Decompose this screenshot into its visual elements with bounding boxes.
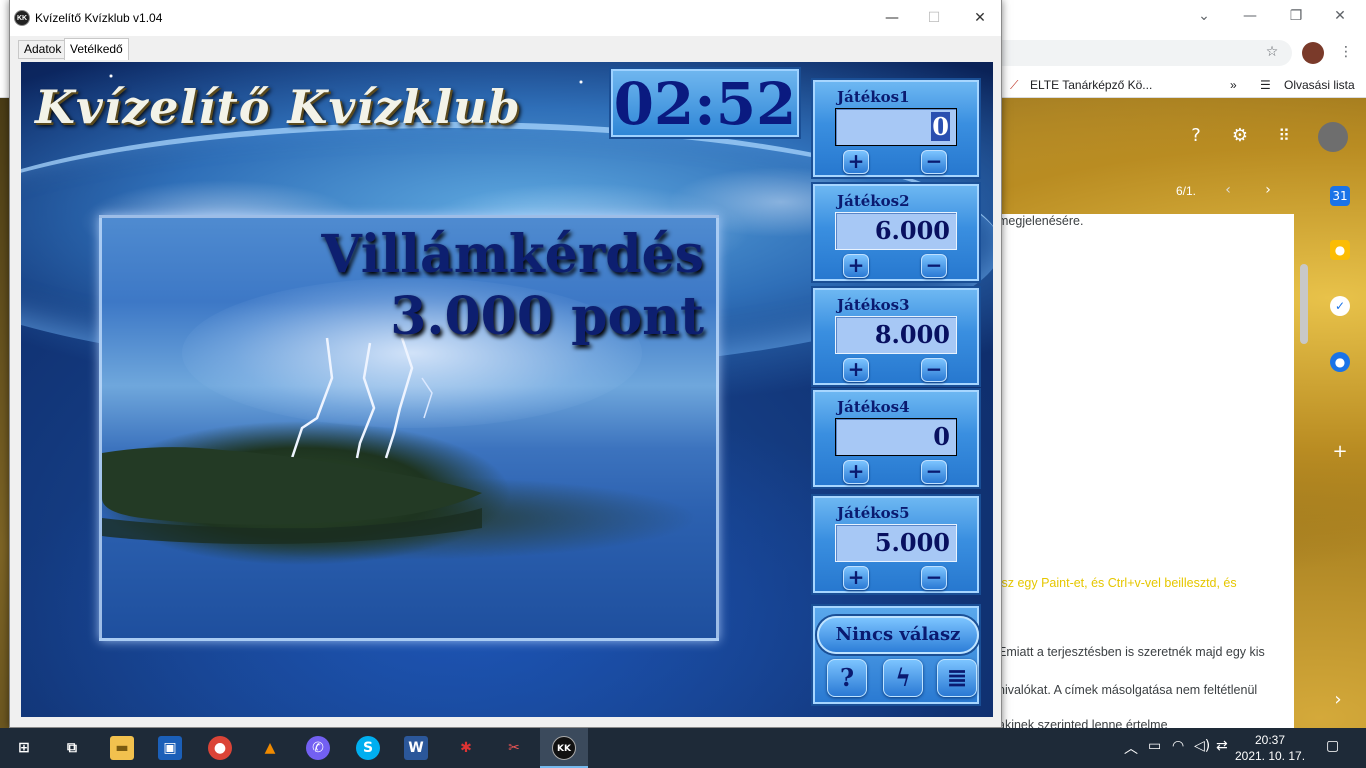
app-close-icon[interactable]: ✕: [968, 8, 992, 28]
help-question-button[interactable]: ?: [827, 659, 867, 697]
player-name: Játékos2: [837, 192, 910, 210]
browser-menu-icon[interactable]: ⋮: [1336, 42, 1356, 62]
system-clock[interactable]: 20:37 2021. 10. 17.: [1232, 732, 1308, 764]
player-card-5: Játékos5 5.000 + −: [813, 496, 979, 593]
side-next-icon[interactable]: ›: [1328, 690, 1348, 710]
add-addon-icon[interactable]: +: [1330, 442, 1350, 462]
next-icon[interactable]: ›: [1258, 180, 1278, 200]
app-logo-text: Kvízelítő Kvízklub: [35, 80, 521, 134]
viber-icon[interactable]: ✆: [306, 736, 330, 760]
paint-icon[interactable]: ✱: [454, 736, 478, 760]
player-name: Játékos4: [837, 398, 910, 416]
subtract-points-button[interactable]: −: [921, 358, 947, 382]
question-points: 3.000 pont: [390, 286, 704, 347]
tab-adatok[interactable]: Adatok: [18, 40, 68, 59]
account-avatar[interactable]: [1318, 122, 1348, 152]
language-icon[interactable]: ⇄: [1216, 738, 1228, 754]
subtract-points-button[interactable]: −: [921, 460, 947, 484]
quiz-app-window: KK Kvízelítő Kvízklub v1.04 — ☐ ✕ Adatok…: [9, 0, 1002, 728]
doc-line: Emiatt a terjesztésben is szeretnék majd…: [998, 645, 1265, 659]
add-points-button[interactable]: +: [843, 358, 869, 382]
add-points-button[interactable]: +: [843, 566, 869, 590]
add-points-button[interactable]: +: [843, 150, 869, 174]
question-picture: Villámkérdés 3.000 pont: [99, 215, 719, 641]
player-name: Játékos5: [837, 504, 910, 522]
countdown-timer: 02:52: [611, 69, 799, 137]
task-view-icon[interactable]: ⧉: [60, 736, 84, 760]
doc-scrollbar[interactable]: [1300, 264, 1308, 344]
add-points-button[interactable]: +: [843, 254, 869, 278]
player-card-3: Játékos3 8.000 + −: [813, 288, 979, 385]
profile-avatar[interactable]: [1302, 42, 1324, 64]
bookmark-elte[interactable]: ELTE Tanárképző Kö...: [1030, 76, 1152, 94]
battery-icon[interactable]: ▭: [1148, 738, 1161, 754]
player-name: Játékos1: [837, 88, 910, 106]
player-score-field[interactable]: 0: [835, 418, 957, 456]
quiz-app-icon[interactable]: KK: [552, 736, 576, 760]
wifi-icon[interactable]: ◠: [1172, 738, 1184, 754]
close-icon[interactable]: ✕: [1330, 6, 1350, 26]
more-bookmarks-icon[interactable]: »: [1230, 76, 1237, 94]
minimize-icon[interactable]: —: [1240, 6, 1260, 26]
page-counter: 6/1.: [1176, 184, 1197, 198]
player-card-2: Játékos2 6.000 + −: [813, 184, 979, 281]
apps-grid-icon[interactable]: ⠿: [1274, 126, 1294, 146]
tasks-icon[interactable]: ✓: [1330, 296, 1350, 316]
reading-list-label[interactable]: Olvasási lista: [1284, 76, 1355, 94]
calendar-icon[interactable]: 31: [1330, 186, 1350, 206]
no-answer-button[interactable]: Nincs válasz: [817, 616, 979, 654]
player-score-field[interactable]: 0: [835, 108, 957, 146]
help-icon[interactable]: ?: [1186, 126, 1206, 146]
show-hidden-icons-icon[interactable]: ︿: [1124, 738, 1138, 758]
player-score-field[interactable]: 6.000: [835, 212, 957, 250]
settings-gear-icon[interactable]: ⚙: [1230, 126, 1250, 146]
subtract-points-button[interactable]: −: [921, 150, 947, 174]
vlc-icon[interactable]: ▲: [258, 736, 282, 760]
contacts-icon[interactable]: ●: [1330, 352, 1350, 372]
skype-icon[interactable]: S: [356, 736, 380, 760]
app-maximize-icon[interactable]: ☐: [922, 8, 946, 28]
restore-icon[interactable]: ❐: [1286, 6, 1306, 26]
question-title: Villámkérdés: [321, 224, 704, 285]
tab-vetelkedo[interactable]: Vetélkedő: [64, 38, 129, 60]
bookmark-star-icon[interactable]: ☆: [1262, 42, 1282, 62]
app-logo-icon: KK: [14, 10, 30, 26]
notifications-icon[interactable]: ▢: [1326, 738, 1339, 754]
tab-search-icon[interactable]: ⌄: [1194, 6, 1214, 26]
word-icon[interactable]: W: [404, 736, 428, 760]
clock-time: 20:37: [1254, 733, 1286, 747]
reading-list-icon[interactable]: ☰: [1260, 76, 1271, 94]
keep-icon[interactable]: ●: [1330, 240, 1350, 260]
player-card-1: Játékos1 0 + −: [813, 80, 979, 177]
player-card-4: Játékos4 0 + −: [813, 390, 979, 487]
add-points-button[interactable]: +: [843, 460, 869, 484]
app-minimize-icon[interactable]: —: [880, 8, 904, 28]
player-score-field[interactable]: 8.000: [835, 316, 957, 354]
game-stage: Kvízelítő Kvízklub 02:52 Villámkérdés 3.…: [21, 62, 993, 717]
lightning-round-button[interactable]: ϟ: [883, 659, 923, 697]
clock-date: 2021. 10. 17.: [1234, 749, 1306, 763]
doc-line: megjelenésére.: [998, 214, 1084, 228]
chrome-icon[interactable]: ●: [208, 736, 232, 760]
app-title: Kvízelítő Kvízklub v1.04: [35, 11, 163, 25]
player-name: Játékos3: [837, 296, 910, 314]
prev-icon[interactable]: ‹: [1218, 180, 1238, 200]
doc-line: tsz egy Paint-et, és Ctrl+v-vel beillesz…: [998, 576, 1237, 590]
doc-line: akinek szerinted lenne értelme: [998, 718, 1168, 728]
doc-line: nivalókat. A címek másolgatása nem felté…: [998, 683, 1258, 697]
file-explorer-icon[interactable]: ▬: [110, 736, 134, 760]
save-disk-icon[interactable]: ▣: [158, 736, 182, 760]
list-view-button[interactable]: ≣: [937, 659, 977, 697]
address-field[interactable]: [1000, 40, 1292, 66]
player-score-field[interactable]: 5.000: [835, 524, 957, 562]
windows-start-icon[interactable]: ⊞: [12, 736, 36, 760]
snipping-icon[interactable]: ✂: [502, 736, 526, 760]
bookmark-favicon-icon: ⟋: [1010, 78, 1019, 92]
subtract-points-button[interactable]: −: [921, 566, 947, 590]
volume-icon[interactable]: ◁): [1194, 738, 1210, 754]
subtract-points-button[interactable]: −: [921, 254, 947, 278]
